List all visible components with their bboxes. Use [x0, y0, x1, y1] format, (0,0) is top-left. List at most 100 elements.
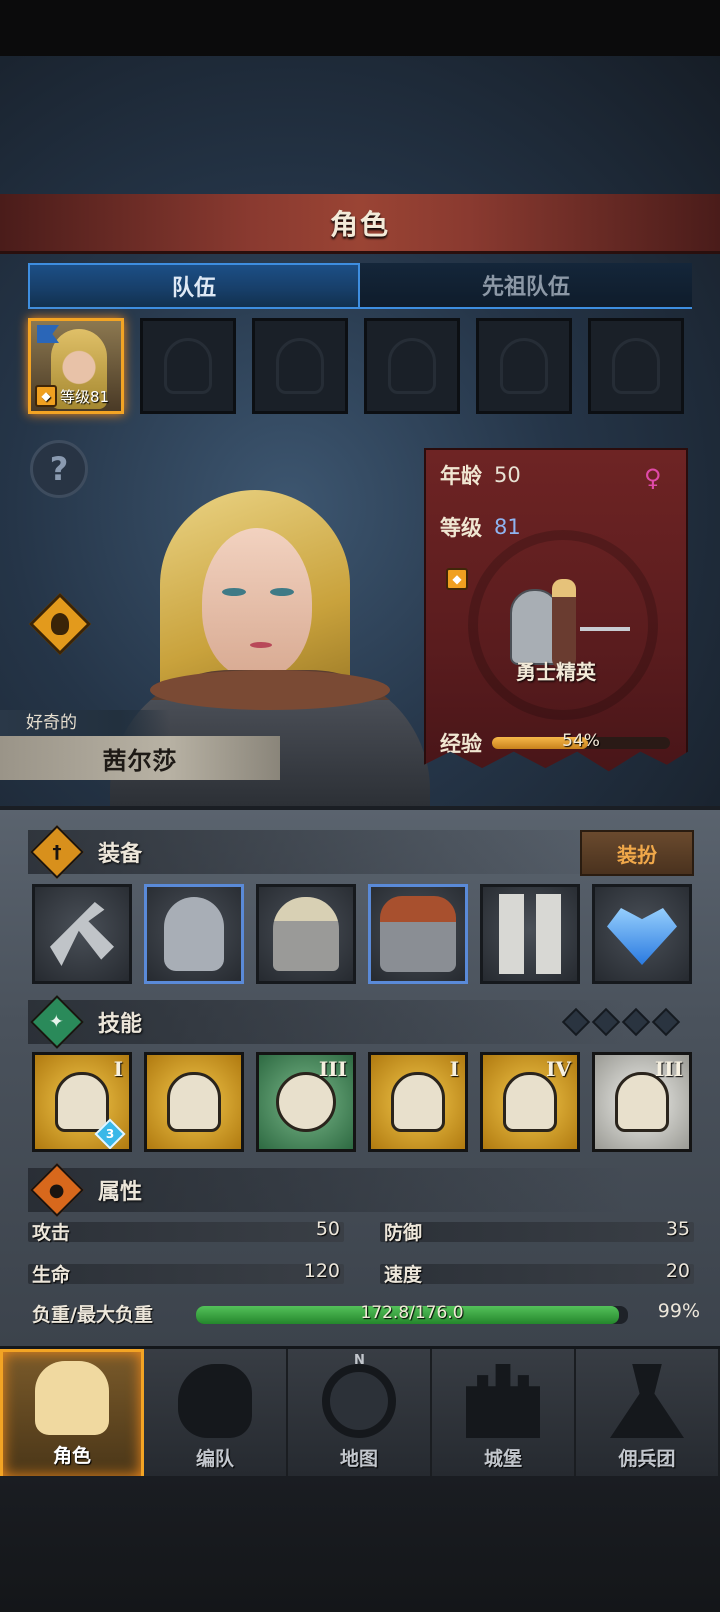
skill-slot-6[interactable]: III	[592, 1052, 692, 1152]
character-info-banner: 年龄 50 ♀ 等级 81 ◆ 勇士精英 经验 54%	[424, 448, 688, 772]
nav-map[interactable]: N 地图	[288, 1349, 432, 1479]
gem-slot-icon	[651, 1007, 681, 1037]
team-helmet-icon	[178, 1364, 252, 1438]
skills-icon: ✦	[30, 995, 84, 1049]
team-slot-2[interactable]	[140, 318, 236, 414]
skill-rank: III	[318, 1057, 347, 1081]
stat-attack: 攻击 50	[28, 1218, 344, 1246]
character-trait: 好奇的	[0, 710, 170, 736]
slot-level: ◆ 等级81	[35, 385, 109, 407]
skill-slot-2[interactable]	[144, 1052, 244, 1152]
skill-slot-1[interactable]: I 3	[32, 1052, 132, 1152]
heal-shield-skill-icon	[615, 1072, 669, 1132]
mercenary-icon	[610, 1364, 684, 1438]
equip-slot-armor[interactable]	[368, 884, 468, 984]
team-slot-1[interactable]: ◆ 等级81	[28, 318, 124, 414]
level-row: 等级 81	[440, 512, 521, 542]
class-name: 勇士精英	[516, 660, 596, 684]
skill-slot-4[interactable]: I	[368, 1052, 468, 1152]
portrait-face	[202, 528, 312, 678]
nav-team-label: 编队	[195, 1448, 234, 1470]
attributes-title: 属性	[98, 1180, 143, 1205]
stat-speed-label: 速度	[384, 1264, 423, 1286]
help-button[interactable]: ?	[30, 440, 88, 498]
equip-slot-helmet[interactable]	[256, 884, 356, 984]
portrait-mouth	[250, 642, 272, 648]
skill-rank: IV	[546, 1057, 571, 1081]
stat-bar	[28, 1264, 344, 1284]
tab-ancestor-team[interactable]: 先祖队伍	[360, 263, 692, 309]
age-value: 50	[494, 463, 521, 487]
castle-icon	[466, 1364, 540, 1438]
team-slot-6[interactable]	[588, 318, 684, 414]
load-label: 负重/最大负重	[32, 1304, 153, 1326]
dress-up-button[interactable]: 装扮	[580, 830, 694, 876]
skill-slot-5[interactable]: IV	[480, 1052, 580, 1152]
tab-team-label: 队伍	[171, 276, 216, 301]
equip-slot-amulet[interactable]	[592, 884, 692, 984]
helmet-icon	[273, 897, 339, 971]
shield-icon	[164, 897, 224, 971]
gem-slot-icon	[621, 1007, 651, 1037]
gem-slot-icon	[591, 1007, 621, 1037]
stat-attack-value: 50	[315, 1218, 340, 1240]
nav-team[interactable]: 编队	[144, 1349, 288, 1479]
nav-character-label: 角色	[52, 1445, 91, 1467]
compass-north-label: N	[354, 1353, 365, 1368]
portrait-fur	[150, 670, 390, 710]
skill-rank: III	[654, 1057, 683, 1081]
stat-defense: 防御 35	[380, 1218, 694, 1246]
skill-slot-3[interactable]: III	[256, 1052, 356, 1152]
stat-bar	[380, 1264, 694, 1284]
tab-team[interactable]: 队伍	[28, 263, 360, 309]
stat-speed: 速度 20	[380, 1260, 694, 1288]
exp-percent: 54%	[562, 731, 600, 751]
equipment-title: 装备	[98, 842, 143, 867]
potion-button[interactable]	[28, 592, 92, 656]
nav-mercenary[interactable]: 佣兵团	[576, 1349, 720, 1479]
tab-ancestor-label: 先祖队伍	[481, 275, 570, 300]
load-value: 172.8/176.0	[360, 1303, 464, 1323]
shield-strike-skill-icon	[167, 1072, 221, 1132]
page-title: 角色	[329, 207, 390, 241]
load-percent: 99%	[657, 1300, 700, 1322]
amulet-icon	[607, 907, 677, 965]
equip-slot-weapon[interactable]	[32, 884, 132, 984]
exp-row: 经验 54%	[440, 728, 670, 758]
stat-attack-label: 攻击	[32, 1222, 71, 1244]
age-row: 年龄 50	[440, 460, 521, 490]
target-skill-icon	[276, 1072, 336, 1132]
stat-hp: 生命 120	[28, 1260, 344, 1288]
shield-sword-skill-icon	[55, 1072, 109, 1132]
character-name: 茜尔莎	[102, 746, 178, 775]
stat-bar	[380, 1222, 694, 1242]
skill-rank: I	[113, 1057, 123, 1081]
figure-axe	[580, 627, 630, 631]
nav-character[interactable]: 角色	[0, 1349, 144, 1479]
nav-castle[interactable]: 城堡	[432, 1349, 576, 1479]
team-slot-4[interactable]	[364, 318, 460, 414]
empty-helmet-icon	[164, 338, 212, 394]
exp-bar: 54%	[492, 731, 670, 751]
equip-slot-shield[interactable]	[144, 884, 244, 984]
exp-label: 经验	[440, 732, 482, 756]
shield-class-icon: ◆	[35, 385, 57, 407]
armor-icon	[380, 896, 456, 972]
female-icon: ♀	[644, 464, 662, 492]
team-slot-5[interactable]	[476, 318, 572, 414]
attributes-section-header: ● 属性	[28, 1163, 628, 1217]
compass-map-icon	[322, 1364, 396, 1438]
skill-level-badge-text: 3	[105, 1127, 115, 1141]
bottom-background	[0, 1476, 720, 1612]
skill-rank: I	[449, 1057, 459, 1081]
page-header: 角色	[0, 194, 720, 254]
character-name-plate[interactable]: 茜尔莎	[0, 736, 280, 780]
equip-slot-boots[interactable]	[480, 884, 580, 984]
shield-bash-skill-icon	[391, 1072, 445, 1132]
stat-speed-value: 20	[665, 1260, 690, 1282]
potion-icon	[51, 613, 69, 635]
skills-title: 技能	[98, 1012, 143, 1037]
empty-helmet-icon	[276, 338, 324, 394]
empty-helmet-icon	[612, 338, 660, 394]
team-slot-3[interactable]	[252, 318, 348, 414]
